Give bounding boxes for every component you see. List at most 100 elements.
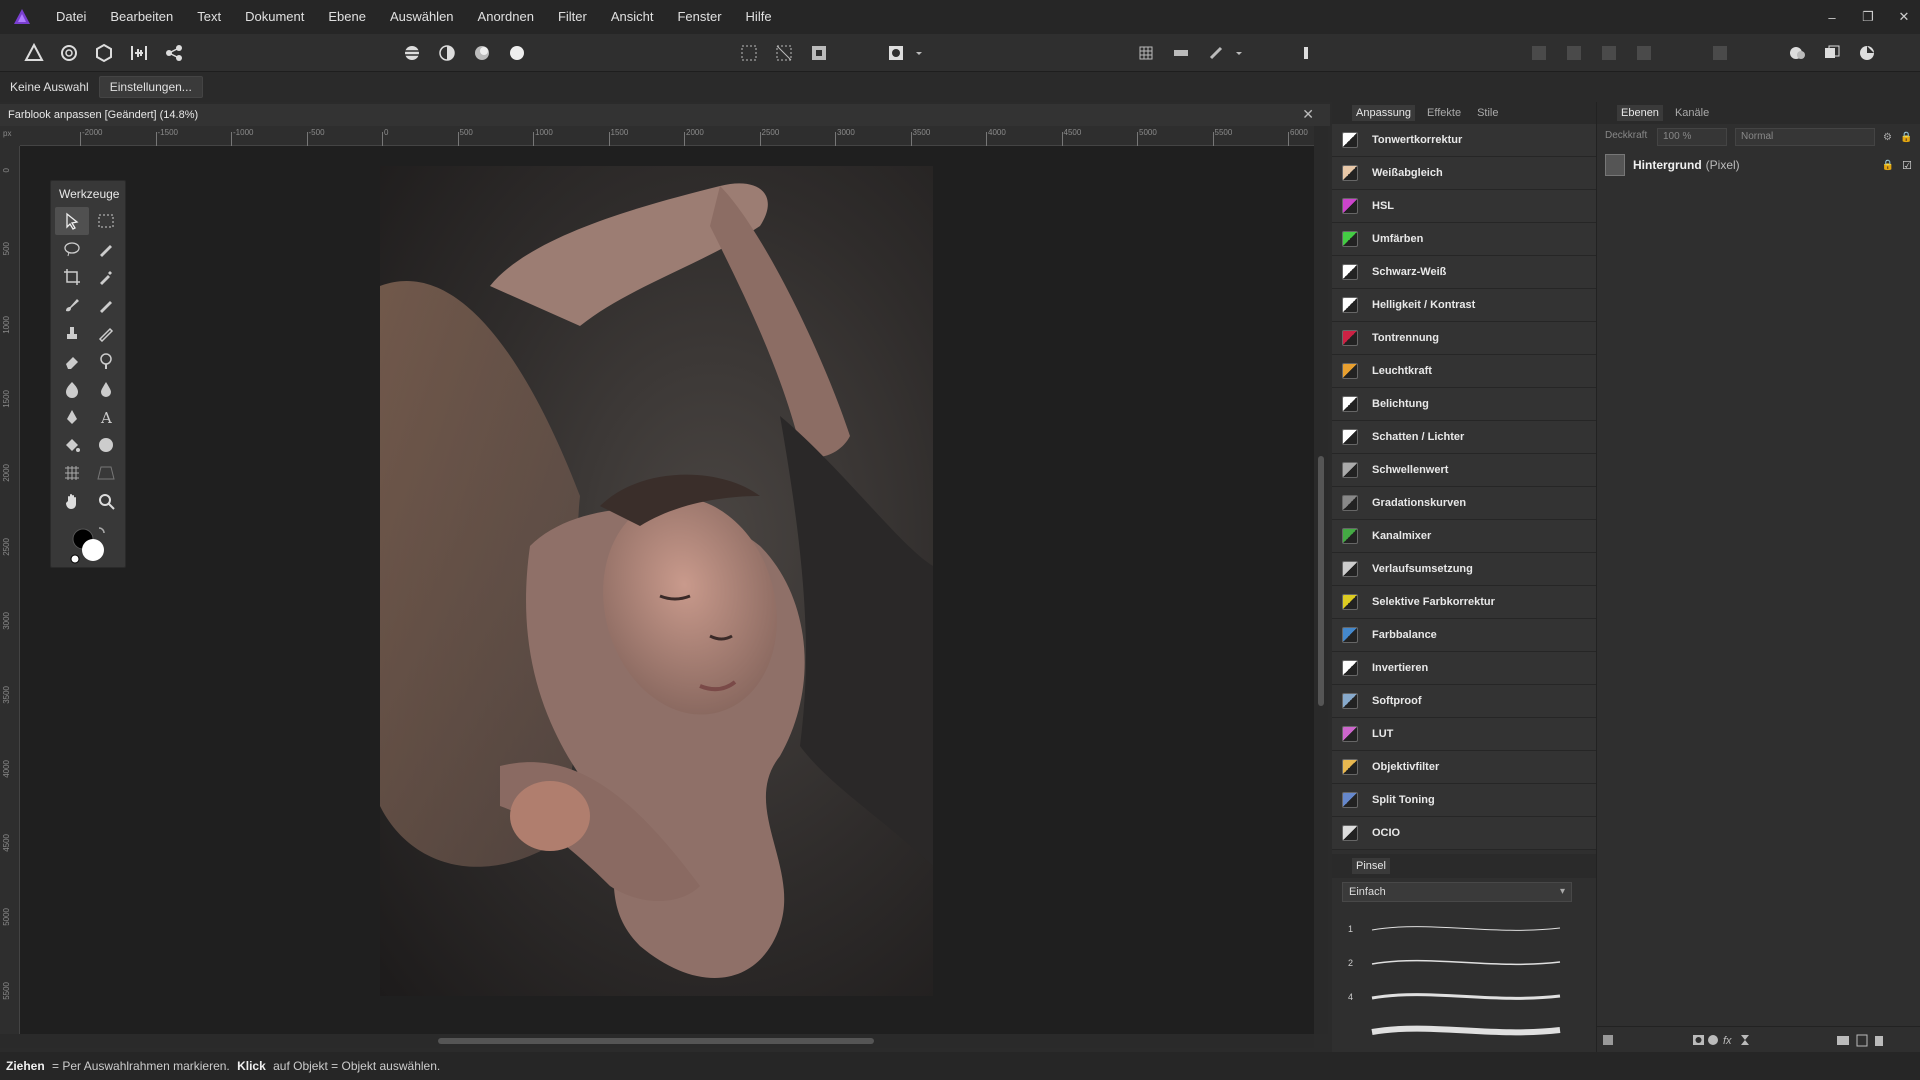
layer-row[interactable]: Hintergrund (Pixel) 🔒 ☑ <box>1605 152 1912 178</box>
healing-brush-tool-icon[interactable] <box>89 319 123 347</box>
zoom-tool-icon[interactable] <box>89 487 123 515</box>
tab-anpassung[interactable]: Anpassung <box>1352 105 1416 121</box>
export-persona-icon[interactable] <box>162 42 186 64</box>
adjustment-item[interactable]: Weißabgleich <box>1332 157 1596 190</box>
paint-brush-tool-icon[interactable] <box>55 291 89 319</box>
auto-colors-icon[interactable] <box>470 42 494 64</box>
menu-item[interactable]: Text <box>185 0 233 34</box>
horizontal-ruler[interactable]: -2000 -1500 -1000 -500 0 500 1000 1500 2000 2500 3… <box>20 126 1314 146</box>
effects-icon[interactable]: fx <box>1723 1035 1732 1047</box>
vertical-scroll-thumb[interactable] <box>1318 456 1324 706</box>
quick-mask-icon[interactable] <box>884 42 908 64</box>
restore-icon[interactable]: ❐ <box>1860 9 1876 25</box>
transform-icon[interactable] <box>1708 42 1732 64</box>
rectangular-marquee-tool-icon[interactable] <box>89 207 123 235</box>
adjustment-item[interactable]: Schatten / Lichter <box>1332 421 1596 454</box>
adjustment-item[interactable]: Farbbalance <box>1332 619 1596 652</box>
erase-brush-tool-icon[interactable] <box>55 347 89 375</box>
brush-preset[interactable] <box>1342 1012 1572 1046</box>
close-document-icon[interactable]: ✕ <box>1302 106 1314 123</box>
menu-item[interactable]: Ansicht <box>599 0 666 34</box>
horizontal-scrollbar[interactable] <box>0 1034 1314 1048</box>
align-top-icon[interactable] <box>1632 42 1656 64</box>
pixel-tool-icon[interactable] <box>89 291 123 319</box>
perspective-tool-icon[interactable] <box>89 459 123 487</box>
menu-item[interactable]: Ebene <box>316 0 378 34</box>
selection-brush-tool-icon[interactable] <box>89 235 123 263</box>
snapping-icon[interactable] <box>1204 42 1228 64</box>
brush-preset[interactable]: 2 <box>1342 944 1572 978</box>
brush-category-select[interactable]: Einfach <box>1342 882 1572 902</box>
adjustment-item[interactable]: Split Toning <box>1332 784 1596 817</box>
align-right-icon[interactable] <box>1597 42 1621 64</box>
adjustment-item[interactable]: Schwarz-Weiß <box>1332 256 1596 289</box>
adjustment-item[interactable]: Verlaufsumsetzung <box>1332 553 1596 586</box>
pen-tool-icon[interactable] <box>55 403 89 431</box>
snapping-grid-icon[interactable] <box>1134 42 1158 64</box>
adjustment-item[interactable]: Schwellenwert <box>1332 454 1596 487</box>
color-swatches[interactable] <box>69 526 109 566</box>
adjustment-item[interactable]: Tontrennung <box>1332 322 1596 355</box>
shape-tool-icon[interactable] <box>89 431 123 459</box>
brush-preset[interactable]: 1 <box>1342 910 1572 944</box>
mesh-warp-tool-icon[interactable] <box>55 459 89 487</box>
liquify-persona-icon[interactable] <box>57 42 81 64</box>
color-picker-tool-icon[interactable] <box>89 263 123 291</box>
group-layers-icon[interactable] <box>1837 1036 1849 1045</box>
tab-channels[interactable]: Kanäle <box>1671 105 1713 121</box>
adjustment-item[interactable]: Leuchtkraft <box>1332 355 1596 388</box>
dodge-brush-tool-icon[interactable] <box>89 347 123 375</box>
layer-lock-icon[interactable]: 🔒 <box>1882 160 1894 171</box>
opacity-field[interactable]: 100 % <box>1657 128 1727 146</box>
arrange-icon[interactable] <box>1169 42 1193 64</box>
deselect-icon[interactable] <box>772 42 796 64</box>
blend-mode-select[interactable]: Normal <box>1735 128 1875 146</box>
clone-brush-tool-icon[interactable] <box>55 319 89 347</box>
menu-item[interactable]: Auswählen <box>378 0 466 34</box>
document-image[interactable] <box>380 166 933 996</box>
mask-layer-icon[interactable] <box>1693 1035 1704 1045</box>
snapping-dropdown-icon[interactable] <box>1232 42 1246 64</box>
flood-fill-tool-icon[interactable] <box>55 431 89 459</box>
preferences-icon[interactable] <box>1855 42 1879 64</box>
layer-visibility-checkbox[interactable]: ☑ <box>1902 159 1912 172</box>
adjustment-item[interactable]: Gradationskurven <box>1332 487 1596 520</box>
menu-item[interactable]: Datei <box>44 0 98 34</box>
adjustment-item[interactable]: Umfärben <box>1332 223 1596 256</box>
live-filter-icon[interactable] <box>1741 1035 1749 1045</box>
text-tool-icon[interactable]: A <box>89 403 123 431</box>
auto-white-balance-icon[interactable] <box>505 42 529 64</box>
tab-layers[interactable]: Ebenen <box>1617 105 1663 121</box>
brush-preset[interactable]: 4 <box>1342 978 1572 1012</box>
lock-icon[interactable]: 🔒 <box>1900 132 1912 143</box>
auto-contrast-icon[interactable] <box>435 42 459 64</box>
tone-mapping-persona-icon[interactable] <box>127 42 151 64</box>
menu-item[interactable]: Dokument <box>233 0 316 34</box>
view-tool-icon[interactable] <box>55 487 89 515</box>
adjustment-item[interactable]: Helligkeit / Kontrast <box>1332 289 1596 322</box>
photo-persona-icon[interactable] <box>22 42 46 64</box>
settings-button[interactable]: Einstellungen... <box>98 76 203 98</box>
add-layer-icon[interactable] <box>1856 1034 1868 1047</box>
menu-item[interactable]: Bearbeiten <box>98 0 185 34</box>
auto-levels-icon[interactable] <box>400 42 424 64</box>
panels-icon[interactable] <box>1820 42 1844 64</box>
adjustment-item[interactable]: OCIO <box>1332 817 1596 850</box>
develop-persona-icon[interactable] <box>92 42 116 64</box>
canvas[interactable] <box>20 146 1314 1034</box>
info-icon[interactable] <box>1294 42 1318 64</box>
move-tool-icon[interactable] <box>55 207 89 235</box>
adjustment-item[interactable]: Selektive Farbkorrektur <box>1332 586 1596 619</box>
close-window-icon[interactable]: ✕ <box>1896 9 1912 25</box>
horizontal-scroll-thumb[interactable] <box>438 1038 874 1044</box>
affinity-photo-logo[interactable] <box>0 0 44 34</box>
adjustment-item[interactable]: Kanalmixer <box>1332 520 1596 553</box>
menu-item[interactable]: Anordnen <box>466 0 546 34</box>
adjustment-item[interactable]: Invertieren <box>1332 652 1596 685</box>
blur-brush-tool-icon[interactable] <box>89 375 123 403</box>
menu-item[interactable]: Filter <box>546 0 599 34</box>
menu-item[interactable]: Hilfe <box>734 0 784 34</box>
tab-effekte[interactable]: Effekte <box>1423 105 1465 121</box>
invert-selection-icon[interactable] <box>807 42 831 64</box>
adjustment-item[interactable]: Objektivfilter <box>1332 751 1596 784</box>
